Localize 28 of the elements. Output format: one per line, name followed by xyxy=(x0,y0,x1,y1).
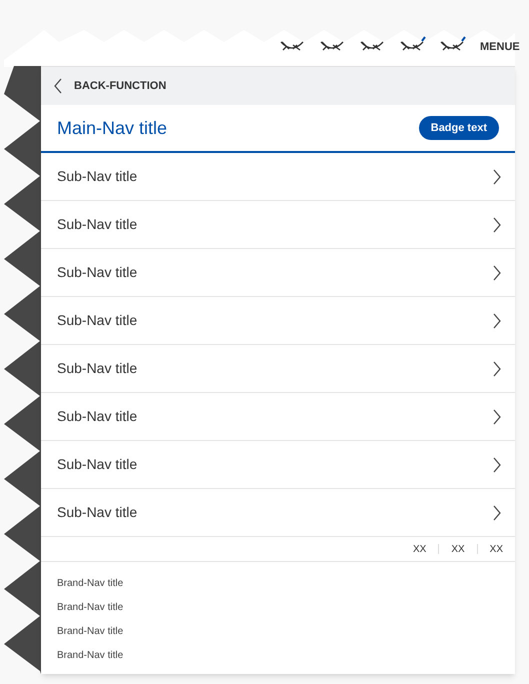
chevron-right-icon xyxy=(493,216,501,232)
back-button[interactable]: BACK-FUNCTION xyxy=(41,66,515,105)
chevron-right-icon xyxy=(493,360,501,376)
sub-nav-item[interactable]: Sub-Nav title xyxy=(41,201,515,249)
chevron-right-icon xyxy=(493,456,501,472)
chevron-left-icon xyxy=(54,78,62,94)
badge: Badge text xyxy=(418,116,499,140)
chevron-right-icon xyxy=(493,168,501,184)
sub-nav-item[interactable]: Sub-Nav title xyxy=(41,393,515,441)
chevron-right-icon xyxy=(493,408,501,424)
meta-link[interactable]: XX xyxy=(449,542,467,556)
brand-nav-link[interactable]: Brand-Nav title xyxy=(57,576,499,592)
chevron-right-icon xyxy=(493,264,501,280)
brand-nav-link[interactable]: Brand-Nav title xyxy=(57,648,499,664)
main-nav-title: Main-Nav title xyxy=(57,116,168,140)
brand-nav-link[interactable]: Brand-Nav title xyxy=(57,624,499,640)
meta-link[interactable]: XX xyxy=(488,542,505,556)
chevron-right-icon xyxy=(493,312,501,328)
sub-nav-item[interactable]: Sub-Nav title xyxy=(41,249,515,297)
brand-nav-link[interactable]: Brand-Nav title xyxy=(57,600,499,616)
menu-label[interactable]: MENUE xyxy=(480,42,520,53)
sub-nav-item[interactable]: Sub-Nav title xyxy=(41,489,515,537)
sub-nav-item[interactable]: Sub-Nav title xyxy=(41,441,515,489)
chevron-right-icon xyxy=(493,504,501,520)
sub-nav-item[interactable]: Sub-Nav title xyxy=(41,297,515,345)
meta-link[interactable]: XX xyxy=(410,542,428,556)
sub-nav-item[interactable]: Sub-Nav title xyxy=(41,153,515,201)
sub-nav-item[interactable]: Sub-Nav title xyxy=(41,345,515,393)
